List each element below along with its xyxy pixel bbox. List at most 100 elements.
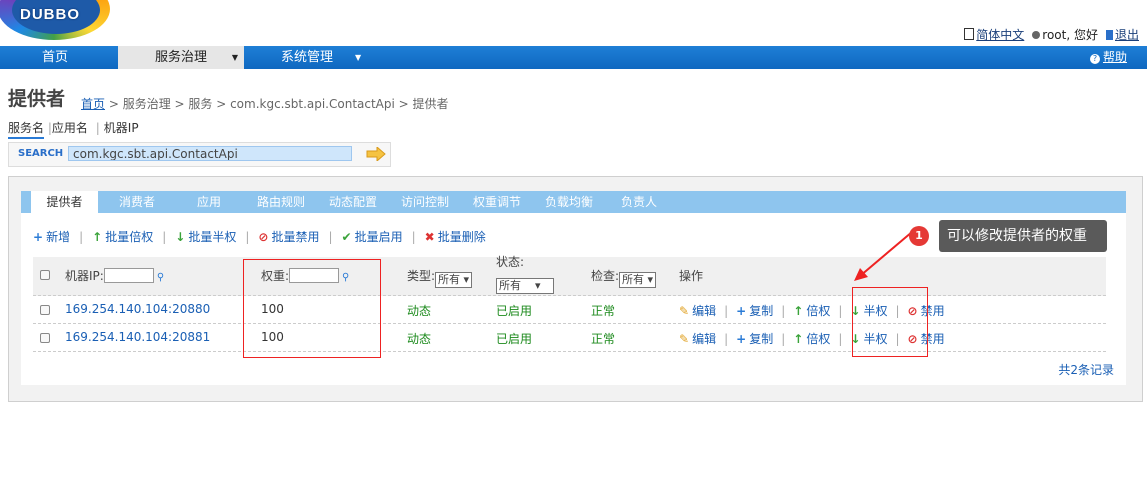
plus-icon: +: [736, 332, 747, 346]
copy-label: 复制: [749, 332, 774, 346]
search-tab-ip[interactable]: 机器IP: [104, 121, 139, 135]
search-tab-service[interactable]: 服务名: [8, 121, 45, 139]
copy-label: 复制: [749, 304, 774, 318]
batch-disable-button[interactable]: ⊘ 批量禁用: [258, 228, 319, 245]
copy-button[interactable]: + 复制: [736, 330, 773, 347]
half-weight-highlight: [852, 287, 928, 357]
search-icon[interactable]: ⚲: [157, 272, 164, 283]
provider-ip-link[interactable]: 169.254.140.104:20880: [65, 302, 210, 316]
check-select-value: 所有: [622, 273, 645, 286]
breadcrumb-home[interactable]: 首页: [81, 97, 105, 111]
type-select-value: 所有: [438, 273, 461, 286]
main-nav: 首页 服务治理 ▼ 系统管理 ▼ ? 帮助: [0, 46, 1147, 69]
search-bar: SEARCH: [8, 142, 391, 167]
batch-delete-button[interactable]: ✖ 批量删除: [425, 228, 486, 245]
batch-double-weight-button[interactable]: ↑ 批量倍权: [92, 228, 153, 245]
arrow-up-icon: ↑: [793, 332, 804, 346]
tab-routes[interactable]: 路由规则: [251, 191, 311, 213]
table-row: 169.254.140.104:20880 100 动态 已启用 正常 ✎ 编辑 |…: [33, 295, 1106, 324]
tab-owners[interactable]: 负责人: [613, 191, 665, 213]
edit-button[interactable]: ✎ 编辑: [679, 330, 716, 347]
language-icon: [964, 28, 975, 40]
plus-icon: +: [736, 304, 747, 318]
help-link[interactable]: ? 帮助: [1089, 46, 1127, 69]
select-all-checkbox[interactable]: [40, 270, 50, 280]
language-link[interactable]: 简体中文: [976, 28, 1024, 42]
edit-label: 编辑: [692, 332, 717, 346]
app-header: DUBBO 简体中文 root, 您好 退出: [0, 0, 1147, 46]
batch-enable-button[interactable]: ✔ 批量启用: [342, 228, 403, 245]
arrow-down-icon: ↓: [175, 230, 186, 244]
row-checkbox[interactable]: [40, 305, 50, 315]
tab-weights[interactable]: 权重调节: [467, 191, 527, 213]
arrow-up-icon: ↑: [793, 304, 804, 318]
record-count: 共2条记录: [1058, 363, 1114, 377]
edit-label: 编辑: [692, 304, 717, 318]
status-select-value: 所有: [499, 279, 521, 292]
ops-header: 操作: [679, 269, 704, 283]
batch-delete-label: 批量删除: [437, 230, 486, 244]
plus-icon: +: [33, 230, 44, 244]
check-value: 正常: [591, 332, 616, 346]
user-bar: 简体中文 root, 您好 退出: [964, 26, 1139, 43]
dropdown-caret-icon: ▼: [231, 53, 238, 62]
search-label: SEARCH: [18, 148, 64, 159]
ban-icon: ⊘: [258, 230, 269, 244]
batch-double-weight-label: 批量倍权: [105, 230, 154, 244]
double-weight-button[interactable]: ↑ 倍权: [793, 330, 830, 347]
table-header: 机器IP: ⚲ 权重: ⚲ 类型: 所有 ▾ 状态: 所有 ▾ 检查: 所有 ▾ 操作: [33, 255, 1106, 296]
type-value: 动态: [407, 304, 432, 318]
search-input[interactable]: [68, 146, 352, 161]
type-header: 类型:: [407, 269, 436, 283]
type-select[interactable]: 所有 ▾: [435, 272, 473, 288]
providers-panel: 提供者 消费者 应用 路由规则 动态配置 访问控制 权重调节 负载均衡 负责人 …: [8, 176, 1143, 402]
tab-consumers[interactable]: 消费者: [106, 191, 168, 213]
nav-service-governance[interactable]: 服务治理 ▼: [118, 46, 244, 69]
batch-toolbar: + 新增 | ↑ 批量倍权 | ↓ 批量半权 | ⊘ 批量禁用 | ✔ 批量启用 | ✖ 批…: [33, 228, 486, 245]
check-select[interactable]: 所有 ▾: [619, 272, 657, 288]
search-tab-application[interactable]: 应用名: [52, 121, 88, 135]
provider-ip-link[interactable]: 169.254.140.104:20881: [65, 330, 210, 344]
check-value: 正常: [591, 304, 616, 318]
logout-icon: [1105, 30, 1113, 40]
dropdown-caret-icon[interactable]: ▼: [355, 46, 361, 69]
user-icon: [1032, 31, 1041, 39]
batch-half-weight-button[interactable]: ↓ 批量半权: [175, 228, 236, 245]
logout-link[interactable]: 退出: [1115, 28, 1139, 42]
batch-half-weight-label: 批量半权: [188, 230, 237, 244]
search-arrow-icon[interactable]: [366, 147, 386, 161]
edit-button[interactable]: ✎ 编辑: [679, 302, 716, 319]
status-select[interactable]: 所有 ▾: [496, 278, 554, 294]
tab-dynamic-config[interactable]: 动态配置: [323, 191, 383, 213]
nav-system-management[interactable]: 系统管理: [252, 46, 362, 69]
tab-applications[interactable]: 应用: [176, 191, 242, 213]
weight-column-highlight: [243, 259, 381, 358]
tab-access-control[interactable]: 访问控制: [395, 191, 455, 213]
search-type-tabs: 服务名 |应用名 | 机器IP: [8, 119, 139, 139]
user-greeting: root, 您好: [1042, 28, 1098, 42]
batch-enable-label: 批量启用: [354, 230, 403, 244]
copy-button[interactable]: + 复制: [736, 302, 773, 319]
batch-disable-label: 批量禁用: [271, 230, 320, 244]
help-icon: ?: [1089, 54, 1100, 64]
status-value: 已启用: [496, 332, 533, 346]
double-weight-button[interactable]: ↑ 倍权: [793, 302, 830, 319]
check-header: 检查:: [591, 269, 620, 283]
dubbo-logo[interactable]: DUBBO: [0, 0, 112, 42]
annotation-callout: 可以修改提供者的权重: [939, 220, 1107, 252]
add-button[interactable]: + 新增: [33, 228, 70, 245]
breadcrumb-path: > 服务治理 > 服务 > com.kgc.sbt.api.ContactApi…: [105, 97, 449, 111]
breadcrumb: 首页 > 服务治理 > 服务 > com.kgc.sbt.api.Contact…: [81, 95, 449, 112]
step-badge: 1: [909, 226, 929, 246]
tab-load-balance[interactable]: 负载均衡: [539, 191, 599, 213]
logo-text: DUBBO: [20, 6, 80, 23]
row-checkbox[interactable]: [40, 333, 50, 343]
nav-home[interactable]: 首页: [0, 46, 110, 69]
type-value: 动态: [407, 332, 432, 346]
tab-providers[interactable]: 提供者: [31, 191, 98, 213]
page-title: 提供者: [8, 88, 66, 110]
double-weight-label: 倍权: [806, 304, 831, 318]
ip-filter-input[interactable]: [103, 268, 154, 283]
help-label: 帮助: [1102, 50, 1127, 64]
nav-service-governance-label: 服务治理: [154, 50, 207, 65]
